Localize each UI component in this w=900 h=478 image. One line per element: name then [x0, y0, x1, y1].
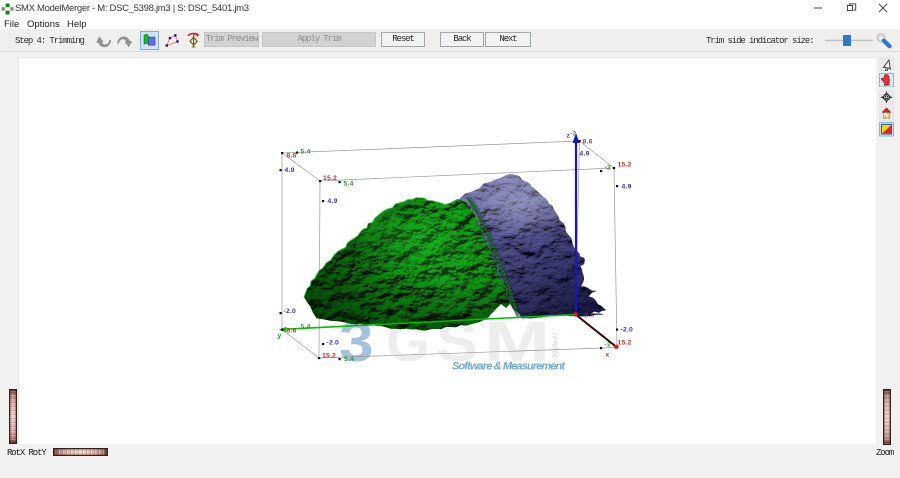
svg-text:15.2: 15.2 — [323, 175, 337, 182]
svg-text:-2: -2 — [605, 165, 611, 172]
svg-text:15.2: 15.2 — [618, 162, 632, 169]
svg-text:4.9: 4.9 — [622, 184, 632, 191]
svg-text:5.4: 5.4 — [301, 149, 311, 156]
svg-text:y: y — [278, 333, 282, 340]
svg-text:4.9: 4.9 — [580, 151, 590, 158]
svg-text:-2.0: -2.0 — [284, 308, 297, 315]
svg-text:8.6: 8.6 — [585, 313, 595, 320]
svg-text:4.9: 4.9 — [328, 198, 338, 205]
svg-text:Software & Measurement: Software & Measurement — [452, 361, 566, 373]
svg-text:5.4: 5.4 — [344, 181, 354, 188]
svg-text:3GSM.AT: 3GSM.AT — [553, 331, 559, 358]
svg-text:-2: -2 — [571, 132, 577, 138]
svg-text:-2.0: -2.0 — [327, 340, 340, 347]
svg-text:-2.0: -2.0 — [621, 327, 634, 334]
svg-text:15.2: 15.2 — [322, 353, 336, 360]
svg-text:15.2: 15.2 — [618, 340, 632, 347]
svg-text:5.4: 5.4 — [301, 324, 311, 331]
svg-text:8.6: 8.6 — [287, 328, 297, 335]
svg-text:8.6: 8.6 — [583, 139, 593, 146]
svg-text:x: x — [606, 352, 610, 359]
svg-text:5.4: 5.4 — [344, 356, 354, 363]
svg-text:-2: -2 — [605, 342, 611, 349]
svg-text:8.6: 8.6 — [287, 153, 297, 160]
svg-text:4.9: 4.9 — [285, 167, 295, 174]
